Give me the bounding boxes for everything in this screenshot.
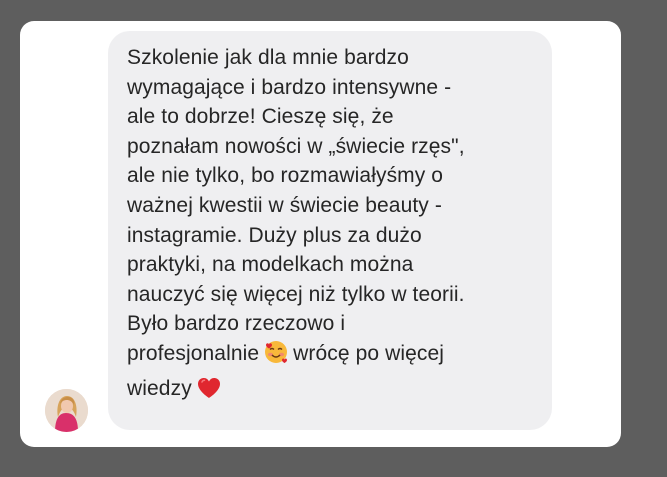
avatar-photo-icon (45, 389, 88, 432)
message-line: ważnej kwestii w świecie beauty - (127, 193, 442, 217)
message-line: wymagające i bardzo intensywne - (127, 75, 452, 99)
message-line: wrócę po więcej (293, 341, 445, 365)
sender-avatar[interactable] (45, 389, 88, 432)
message-line: nauczyć się więcej niż tylko w teorii. (127, 282, 465, 306)
message-line: ale nie tylko, bo rozmawiałyśmy o (127, 164, 444, 188)
message-bubble[interactable]: Szkolenie jak dla mnie bardzo wymagające… (108, 31, 552, 430)
message-line: Było bardzo rzeczowo i (127, 312, 346, 336)
message-line: profesjonalnie (127, 341, 260, 365)
message-text: Szkolenie jak dla mnie bardzo wymagające… (127, 43, 540, 408)
red-heart-icon (196, 376, 222, 409)
message-line: praktyki, na modelkach można (127, 253, 414, 277)
message-line: wiedzy (127, 376, 192, 400)
message-line: instagramie. Duży plus za dużo (127, 223, 422, 247)
smiling-face-with-hearts-icon (263, 339, 289, 374)
message-line: ale to dobrze! Cieszę się, że (127, 105, 394, 129)
message-line: Szkolenie jak dla mnie bardzo (127, 46, 409, 69)
message-line: poznałam nowości w „świecie rzęs", (127, 134, 465, 158)
